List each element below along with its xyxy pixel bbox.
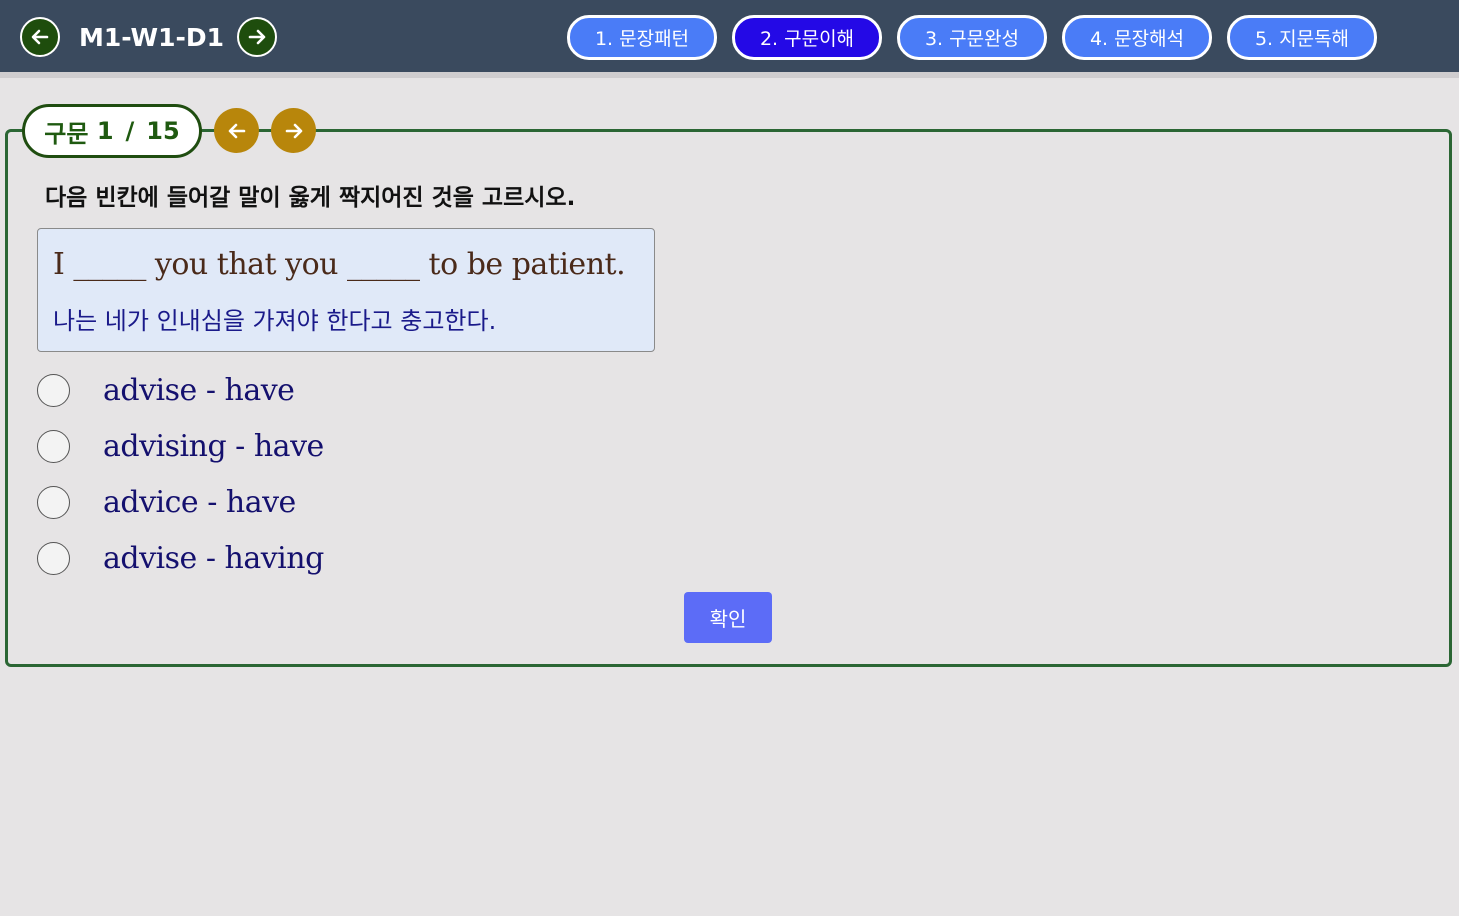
option-label: advice - have [103,484,296,520]
tab-passage-reading[interactable]: 5. 지문독해 [1227,15,1377,60]
option-label: advising - have [103,428,324,464]
counter-label: 구문 [44,119,89,148]
confirm-button[interactable]: 확인 [684,592,772,643]
arrow-right-icon [248,29,266,45]
question-counter: 구문 1 / 15 [22,104,202,158]
top-header: M1-W1-D1 1. 문장패턴 2. 구문이해 3. 구문완성 4. 문장해석… [0,0,1459,78]
lesson-title: M1-W1-D1 [79,23,225,52]
prev-lesson-button[interactable] [20,17,60,57]
tab-syntax-understanding[interactable]: 2. 구문이해 [732,15,882,60]
tab-syntax-completion[interactable]: 3. 구문완성 [897,15,1047,60]
arrow-right-icon [285,123,302,138]
arrow-left-icon [31,29,49,45]
next-lesson-button[interactable] [237,17,277,57]
counter-current: 1 [96,117,114,145]
counter-separator: / [125,117,135,145]
radio-button[interactable] [37,373,70,407]
answer-option-4[interactable]: advise - having [37,538,324,578]
radio-button[interactable] [37,485,70,519]
radio-button[interactable] [37,541,70,575]
arrow-left-icon [228,123,245,138]
sentence-korean: 나는 네가 인내심을 가져야 한다고 충고한다. [53,307,497,335]
question-instruction: 다음 빈칸에 들어갈 말이 옳게 짝지어진 것을 고르시오. [45,185,576,211]
option-label: advise - have [103,372,295,408]
radio-button[interactable] [37,429,70,463]
option-label: advise - having [103,540,324,576]
answer-option-3[interactable]: advice - have [37,482,296,522]
sentence-english: I _____ you that you _____ to be patient… [53,247,626,282]
next-question-button[interactable] [271,108,316,153]
tab-sentence-interpretation[interactable]: 4. 문장해석 [1062,15,1212,60]
sentence-box: I _____ you that you _____ to be patient… [37,228,655,352]
tab-sentence-pattern[interactable]: 1. 문장패턴 [567,15,717,60]
prev-question-button[interactable] [214,108,259,153]
counter-total: 15 [146,117,180,145]
answer-option-2[interactable]: advising - have [37,426,324,466]
answer-option-1[interactable]: advise - have [37,370,295,410]
